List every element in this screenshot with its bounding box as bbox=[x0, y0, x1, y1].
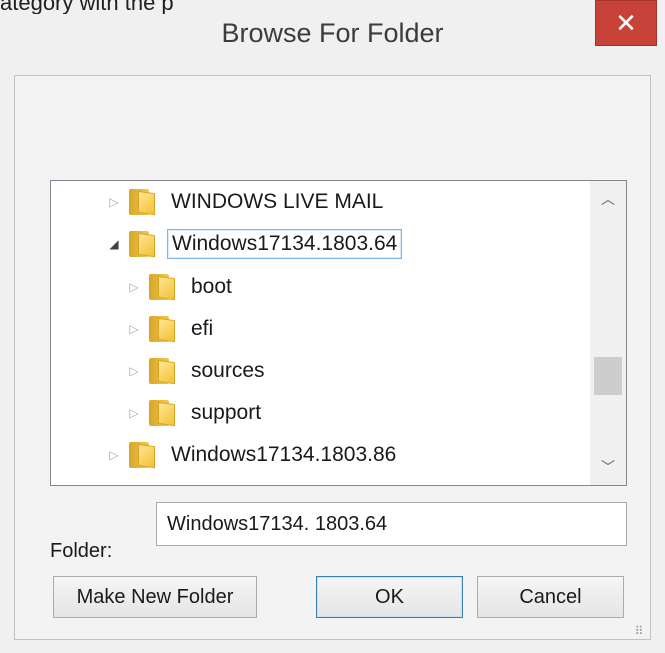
scroll-down-icon[interactable]: ﹀ bbox=[590, 449, 626, 485]
folder-icon bbox=[129, 442, 157, 469]
tree-item-label: support bbox=[191, 401, 262, 424]
close-button[interactable]: ✕ bbox=[595, 0, 657, 46]
expand-arrow-icon[interactable]: ▷ bbox=[107, 195, 121, 209]
expand-arrow-icon[interactable]: ▷ bbox=[127, 280, 141, 294]
tree-item-label: efi bbox=[191, 317, 214, 340]
vertical-scrollbar[interactable]: ︿ ﹀ bbox=[590, 181, 626, 485]
cancel-button[interactable]: Cancel bbox=[477, 576, 624, 618]
make-new-folder-button[interactable]: Make New Folder bbox=[53, 576, 257, 618]
tree-item-label: Windows17134.1803.64 bbox=[167, 229, 403, 259]
folder-icon bbox=[149, 274, 177, 301]
folder-icon bbox=[149, 316, 177, 343]
tree-item-label: Windows17134.1803.86 bbox=[171, 443, 397, 466]
folder-tree[interactable]: ▷ WINDOWS LIVE MAIL ◢ Windows17134.1803.… bbox=[50, 180, 627, 486]
title-bar[interactable]: ategory with the p Browse For Folder ✕ bbox=[0, 0, 665, 75]
tree-item-windows17134-1803-86[interactable]: ▷ Windows17134.1803.86 bbox=[107, 435, 400, 475]
folder-icon bbox=[129, 231, 157, 258]
tree-item-windows17134-1803-64[interactable]: ◢ Windows17134.1803.64 bbox=[107, 224, 403, 264]
tree-item-label: boot bbox=[191, 275, 232, 298]
scroll-up-icon[interactable]: ︿ bbox=[590, 181, 626, 217]
close-icon: ✕ bbox=[615, 8, 637, 38]
expand-arrow-icon[interactable]: ▷ bbox=[107, 448, 121, 462]
folder-icon bbox=[149, 358, 177, 385]
tree-item-efi[interactable]: ▷ efi bbox=[127, 309, 217, 349]
resize-grip-icon[interactable]: ⠿ bbox=[630, 622, 648, 640]
expand-arrow-icon[interactable]: ▷ bbox=[127, 406, 141, 420]
scrollbar-thumb[interactable] bbox=[594, 357, 622, 395]
folder-tree-list: ▷ WINDOWS LIVE MAIL ◢ Windows17134.1803.… bbox=[51, 181, 586, 485]
expand-arrow-icon[interactable]: ▷ bbox=[127, 364, 141, 378]
tree-item-sources[interactable]: ▷ sources bbox=[127, 351, 269, 391]
collapse-arrow-icon[interactable]: ◢ bbox=[107, 237, 121, 251]
folder-input[interactable] bbox=[156, 502, 627, 546]
tree-item-boot[interactable]: ▷ boot bbox=[127, 267, 236, 307]
ok-button[interactable]: OK bbox=[316, 576, 463, 618]
tree-item-support[interactable]: ▷ support bbox=[127, 393, 265, 433]
expand-arrow-icon[interactable]: ▷ bbox=[127, 322, 141, 336]
tree-item-label: sources bbox=[191, 359, 265, 382]
folder-icon bbox=[129, 189, 157, 216]
tree-item-windows-live-mail[interactable]: ▷ WINDOWS LIVE MAIL bbox=[107, 182, 387, 222]
background-text-fragment: ategory with the p bbox=[0, 0, 174, 14]
tree-item-label: WINDOWS LIVE MAIL bbox=[171, 190, 384, 213]
folder-icon bbox=[149, 400, 177, 427]
dialog-title: Browse For Folder bbox=[221, 18, 444, 48]
browse-for-folder-dialog: ategory with the p Browse For Folder ✕ ▷… bbox=[0, 0, 665, 653]
folder-field-label: Folder: bbox=[50, 540, 113, 562]
